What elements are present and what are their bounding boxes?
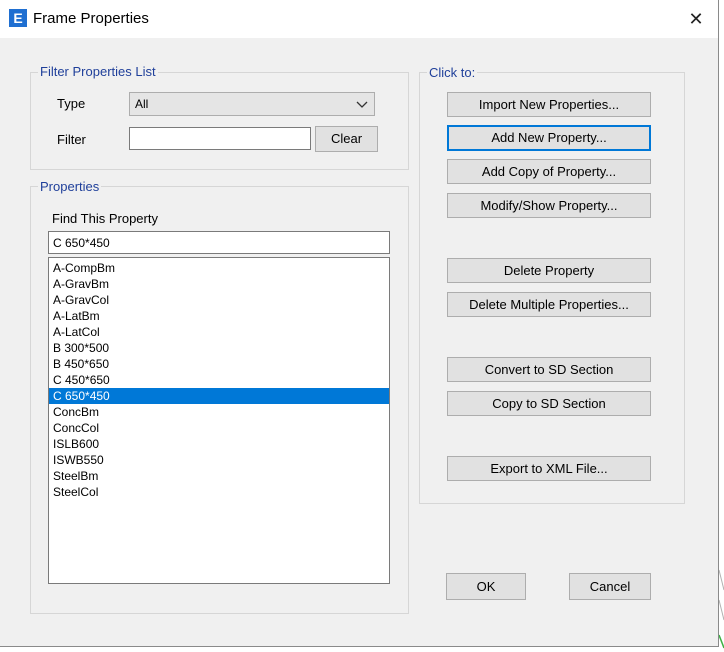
find-property-input[interactable]	[48, 231, 390, 254]
filter-group-legend: Filter Properties List	[38, 64, 158, 79]
close-icon[interactable]: ✕	[682, 6, 710, 32]
actions-group-legend: Click to:	[427, 65, 478, 80]
property-list-item[interactable]: ConcCol	[49, 420, 389, 436]
property-list-item[interactable]: C 450*650	[49, 372, 389, 388]
property-list-item[interactable]: A-LatCol	[49, 324, 389, 340]
frame-properties-dialog: E Frame Properties ✕ Filter Properties L…	[0, 0, 719, 647]
filter-input[interactable]	[129, 127, 311, 150]
delete-property-button[interactable]: Delete Property	[447, 258, 651, 283]
etabs-app-icon: E	[9, 9, 27, 27]
title-bar: E Frame Properties ✕	[0, 0, 718, 38]
type-select[interactable]: All	[129, 92, 375, 116]
background-drawing-lines	[719, 569, 724, 649]
property-list-item[interactable]: ISWB550	[49, 452, 389, 468]
export-xml-button[interactable]: Export to XML File...	[447, 456, 651, 481]
window-title: Frame Properties	[33, 10, 149, 27]
delete-multiple-properties-button[interactable]: Delete Multiple Properties...	[447, 292, 651, 317]
import-properties-button[interactable]: Import New Properties...	[447, 92, 651, 117]
type-select-value: All	[135, 97, 149, 111]
find-property-label: Find This Property	[52, 211, 158, 226]
property-list-item[interactable]: B 300*500	[49, 340, 389, 356]
property-list-item[interactable]: SteelCol	[49, 484, 389, 500]
property-list-item[interactable]: SteelBm	[49, 468, 389, 484]
property-list-item[interactable]: A-LatBm	[49, 308, 389, 324]
clear-button[interactable]: Clear	[315, 126, 378, 152]
property-list-item[interactable]: ISLB600	[49, 436, 389, 452]
property-list-item[interactable]: ConcBm	[49, 404, 389, 420]
properties-list[interactable]: A-CompBm A-GravBm A-GravCol A-LatBm A-LatCol…	[48, 257, 390, 584]
type-label: Type	[57, 96, 86, 111]
add-new-property-button[interactable]: Add New Property...	[447, 125, 651, 151]
property-list-item[interactable]: B 450*650	[49, 356, 389, 372]
property-list-item[interactable]: A-CompBm	[49, 260, 389, 276]
add-copy-property-button[interactable]: Add Copy of Property...	[447, 159, 651, 184]
modify-show-property-button[interactable]: Modify/Show Property...	[447, 193, 651, 218]
cancel-button[interactable]: Cancel	[569, 573, 651, 600]
copy-to-sd-section-button[interactable]: Copy to SD Section	[447, 391, 651, 416]
filter-group	[30, 72, 409, 170]
chevron-down-icon	[356, 101, 368, 108]
ok-button[interactable]: OK	[446, 573, 526, 600]
properties-group-legend: Properties	[38, 179, 102, 194]
property-list-item[interactable]: A-GravBm	[49, 276, 389, 292]
convert-to-sd-section-button[interactable]: Convert to SD Section	[447, 357, 651, 382]
filter-label: Filter	[57, 132, 86, 147]
property-list-item[interactable]: A-GravCol	[49, 292, 389, 308]
property-list-item[interactable]: C 650*450	[49, 388, 389, 404]
